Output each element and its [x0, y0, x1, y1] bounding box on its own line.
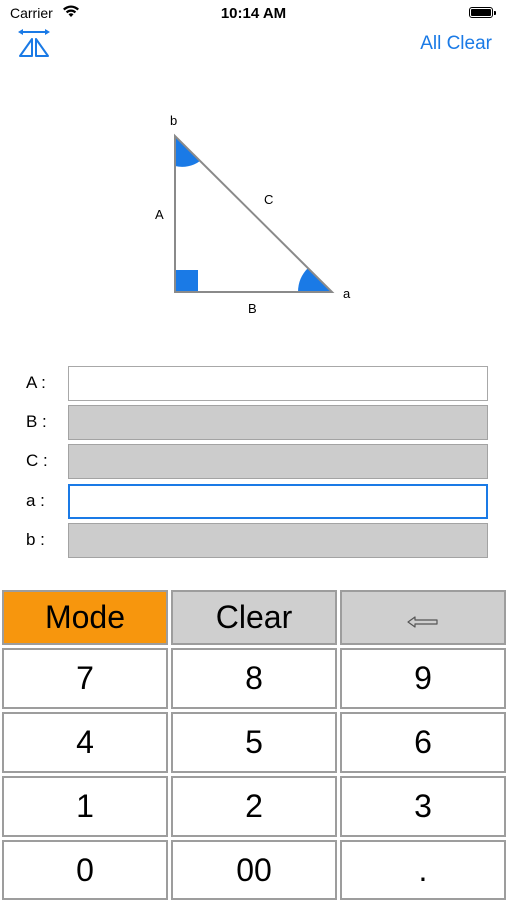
- key-3[interactable]: 3: [340, 776, 506, 837]
- triangle-flip-icon[interactable]: [16, 27, 52, 59]
- key-00[interactable]: 00: [171, 840, 337, 900]
- side-c-label: C: [264, 192, 274, 207]
- backspace-button[interactable]: [340, 590, 506, 645]
- key-8[interactable]: 8: [171, 648, 337, 709]
- vertex-a-label: a: [343, 286, 351, 301]
- key-0[interactable]: 0: [2, 840, 168, 900]
- field-C-input: [68, 444, 488, 479]
- vertex-b-label: b: [170, 113, 178, 128]
- field-label-a: a :: [26, 491, 45, 510]
- field-B-input: [68, 405, 488, 440]
- clock: 10:14 AM: [220, 5, 287, 22]
- field-a-input[interactable]: [68, 484, 488, 519]
- key-6[interactable]: 6: [340, 712, 506, 773]
- triangle-diagram: b a A B C: [140, 108, 380, 323]
- key-5[interactable]: 5: [171, 712, 337, 773]
- key-4[interactable]: 4: [2, 712, 168, 773]
- field-label-C: C :: [26, 451, 48, 470]
- mode-button[interactable]: Mode: [2, 590, 168, 645]
- field-label-B: B :: [26, 412, 47, 431]
- clear-button[interactable]: Clear: [171, 590, 337, 645]
- all-clear-button[interactable]: All Clear: [420, 33, 492, 55]
- field-A-input[interactable]: [68, 366, 488, 401]
- triangle-outline: [174, 133, 335, 293]
- battery-icon: [469, 7, 496, 18]
- key-2[interactable]: 2: [171, 776, 337, 837]
- key-7[interactable]: 7: [2, 648, 168, 709]
- backspace-arrow-icon: [407, 599, 439, 636]
- field-row-a: a :: [0, 484, 507, 520]
- field-label-b: b :: [26, 530, 45, 549]
- key-9[interactable]: 9: [340, 648, 506, 709]
- key-decimal[interactable]: .: [340, 840, 506, 900]
- field-row-B: B :: [0, 405, 507, 441]
- field-row-b: b :: [0, 523, 507, 559]
- field-b-input: [68, 523, 488, 558]
- key-1[interactable]: 1: [2, 776, 168, 837]
- right-angle-marker: [176, 270, 198, 292]
- field-row-A: A :: [0, 366, 507, 402]
- field-label-A: A :: [26, 373, 46, 392]
- status-bar: Carrier 10:14 AM: [0, 0, 507, 28]
- field-row-C: C :: [0, 444, 507, 480]
- side-a-label: A: [155, 207, 164, 222]
- side-b-label: B: [248, 301, 257, 316]
- angle-a-wedge: [298, 268, 332, 292]
